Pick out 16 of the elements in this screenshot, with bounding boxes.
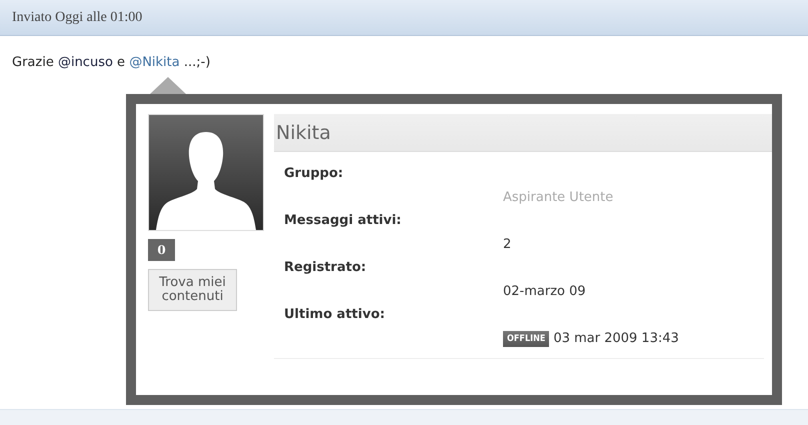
field-label: Gruppo: <box>284 166 344 181</box>
field-value: 02-marzo 09 <box>503 284 586 299</box>
field-label: Registrato: <box>284 260 366 275</box>
avatar-silhouette-icon <box>148 114 264 231</box>
mention-link[interactable]: @incuso <box>58 55 113 70</box>
find-content-button[interactable]: Trova miei contenuti <box>148 269 237 311</box>
field-value: 2 <box>503 237 512 252</box>
mention-link[interactable]: @Nikita <box>129 55 180 70</box>
post-date: Inviato Oggi alle 01:00 <box>12 10 142 26</box>
field-value: 03 mar 2009 13:43 <box>553 331 679 346</box>
reputation-count: 0 <box>148 239 175 261</box>
profile-name: Nikita <box>276 122 331 144</box>
status-badge: OFFLINE <box>503 330 550 346</box>
message-text: Grazie @incuso e @Nikita ...;-) <box>12 55 210 70</box>
field-label: Messaggi attivi: <box>284 213 402 228</box>
field-label: Ultimo attivo: <box>284 307 385 322</box>
